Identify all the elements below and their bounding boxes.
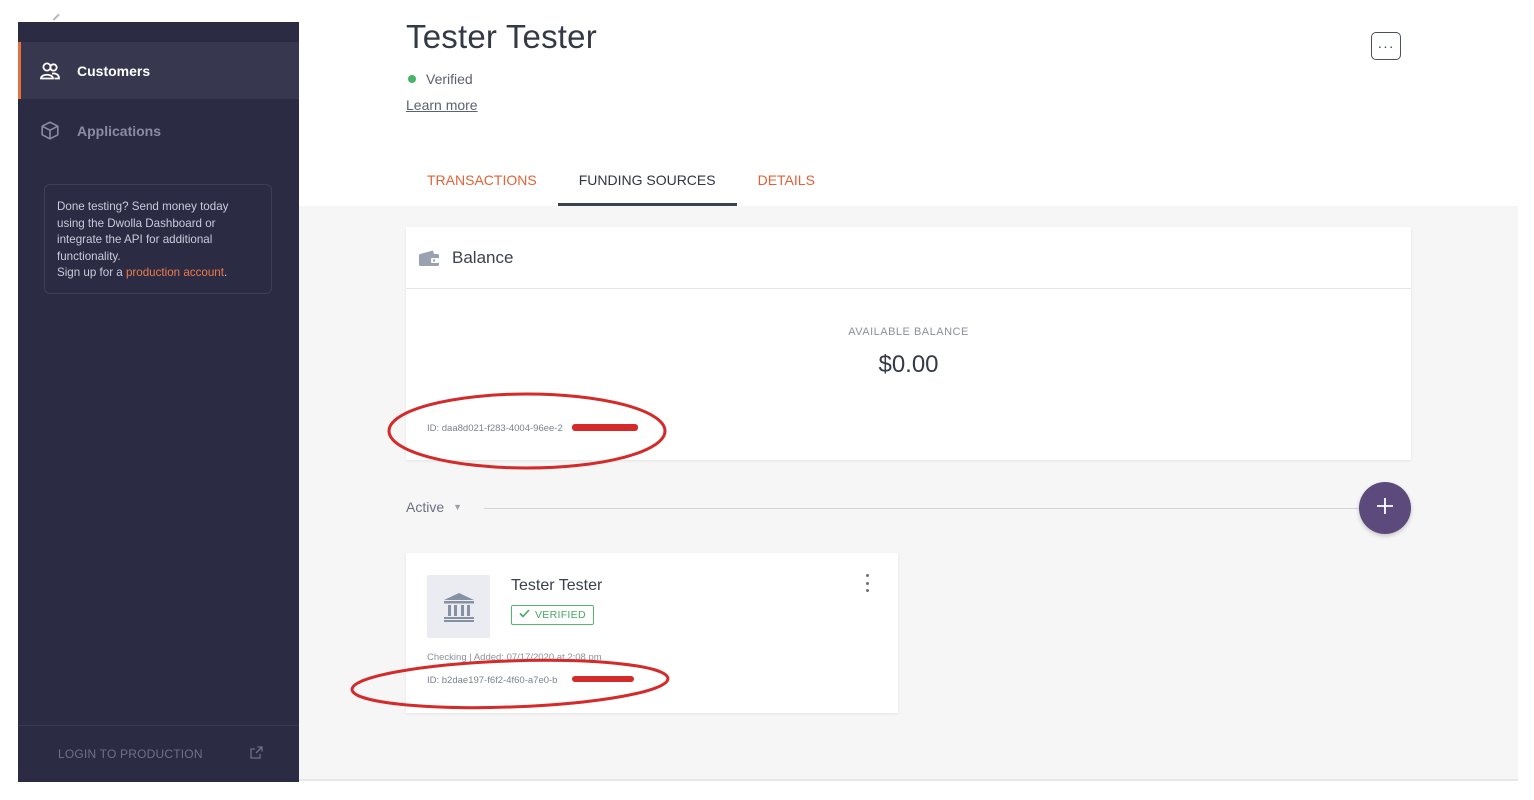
balance-id: ID: daa8d021-f283-4004-96ee-2 [427, 423, 563, 434]
bank-icon [427, 575, 490, 638]
balance-card: Balance AVAILABLE BALANCE $0.00 ID: daa8… [406, 227, 1411, 460]
funding-source-name: Tester Tester [511, 577, 603, 594]
users-icon [40, 61, 60, 81]
funding-source-id: ID: b2dae197-f6f2-4f60-a7e0-b [427, 675, 558, 686]
production-account-link[interactable]: production account [126, 266, 224, 279]
footer-divider [299, 779, 1518, 781]
sidebar-item-customers[interactable]: Customers [18, 42, 299, 99]
available-balance-label: AVAILABLE BALANCE [848, 326, 969, 338]
status-badge: Verified [408, 71, 473, 87]
login-to-production-label: LOGIN TO PRODUCTION [58, 747, 203, 761]
promo-box: Done testing? Send money today using the… [44, 184, 272, 294]
learn-more-link[interactable]: Learn more [406, 97, 478, 113]
verified-badge-label: VERIFIED [535, 609, 586, 621]
tab-funding-sources[interactable]: FUNDING SOURCES [557, 160, 737, 206]
sidebar-item-label: Customers [77, 62, 151, 79]
status-filter-label: Active [406, 499, 445, 515]
kebab-menu-icon[interactable] [859, 573, 875, 593]
sidebar-item-label: Applications [77, 122, 162, 139]
sidebar-item-applications[interactable]: Applications [18, 102, 299, 159]
external-link-icon [250, 746, 263, 762]
promo-signup-prefix: Sign up for a [57, 266, 126, 279]
balance-card-header: Balance [406, 227, 1411, 289]
status-label: Verified [426, 71, 473, 87]
funding-source-meta: Checking | Added: 07/17/2020 at 2:08 pm [427, 652, 602, 663]
tab-transactions[interactable]: TRANSACTIONS [406, 160, 558, 206]
funding-source-card[interactable]: Tester Tester VERIFIED Checking | Added:… [406, 553, 898, 713]
back-chevron-icon[interactable] [52, 13, 66, 27]
login-to-production-button[interactable]: LOGIN TO PRODUCTION [18, 725, 299, 782]
balance-title: Balance [452, 247, 514, 267]
ellipsis-icon: ··· [1377, 38, 1395, 54]
plus-icon [1376, 497, 1394, 520]
more-options-button[interactable]: ··· [1371, 32, 1401, 60]
tab-bar: TRANSACTIONS FUNDING SOURCES DETAILS [406, 160, 836, 206]
add-funding-source-button[interactable] [1359, 482, 1411, 534]
promo-text: Done testing? Send money today using the… [57, 200, 229, 263]
promo-signup-suffix: . [223, 266, 228, 279]
page-title: Tester Tester [406, 18, 597, 55]
status-filter-dropdown[interactable]: Active ▼ [406, 499, 462, 515]
tab-details[interactable]: DETAILS [737, 160, 836, 206]
cube-icon [40, 121, 60, 141]
verified-badge: VERIFIED [511, 605, 594, 625]
status-dot-icon [408, 75, 416, 83]
divider [484, 508, 1364, 509]
wallet-icon [418, 250, 440, 266]
sidebar: Customers Applications Done testing? Sen… [18, 13, 299, 782]
caret-down-icon: ▼ [453, 502, 463, 512]
check-icon [519, 609, 530, 621]
available-balance-amount: $0.00 [878, 351, 939, 378]
